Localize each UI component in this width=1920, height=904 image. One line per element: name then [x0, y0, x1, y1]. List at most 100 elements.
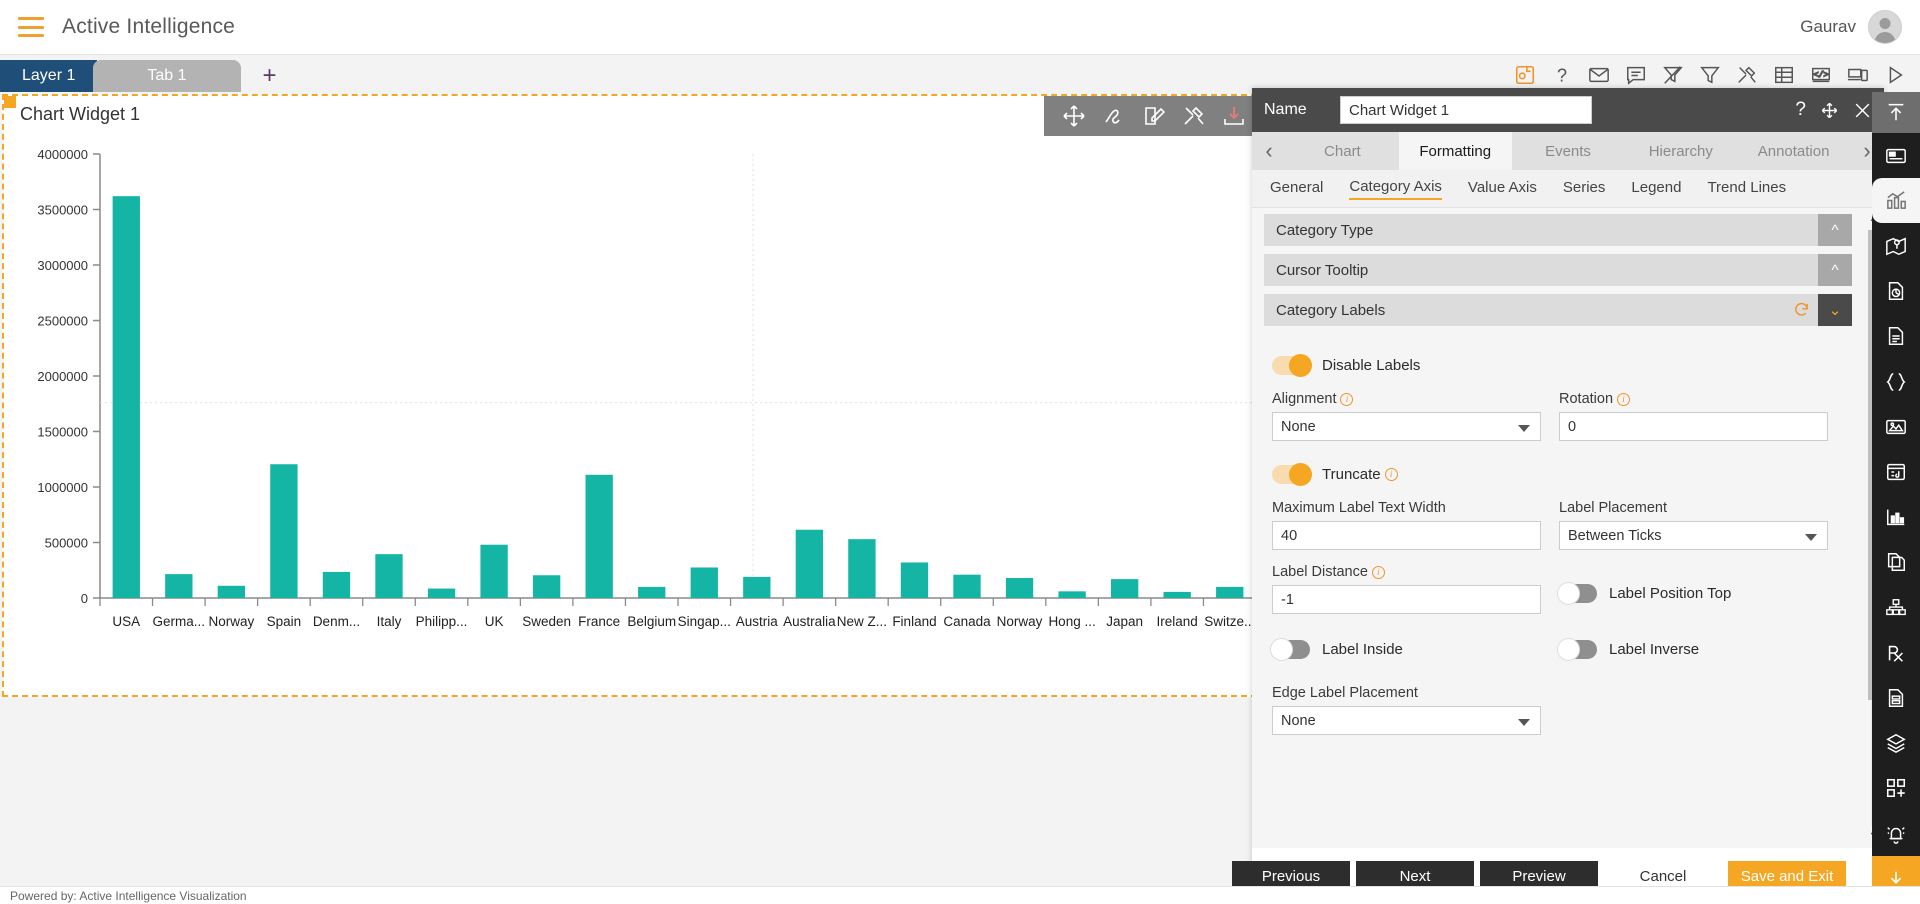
save-icon[interactable] — [1514, 64, 1536, 86]
width-placement-row: Maximum Label Text Width 40 Label Placem… — [1272, 500, 1846, 550]
sidebar-item-document[interactable] — [1872, 314, 1920, 359]
play-icon[interactable] — [1884, 64, 1906, 86]
sidebar-item-hierarchy[interactable] — [1872, 585, 1920, 630]
add-tab-button[interactable]: + — [245, 64, 295, 92]
tools-icon[interactable] — [1182, 104, 1206, 128]
sidebar-item-add-widget[interactable] — [1872, 766, 1920, 811]
label-distance-label-wrap: Label Distance i — [1272, 564, 1541, 580]
scribble-icon[interactable] — [1102, 104, 1126, 128]
info-icon[interactable]: i — [1371, 565, 1385, 579]
sidebar-item-map[interactable] — [1872, 223, 1920, 268]
svg-text:New Z...: New Z... — [837, 614, 887, 629]
comment-icon[interactable] — [1625, 64, 1647, 86]
edge-label-placement-select[interactable]: None — [1272, 706, 1541, 735]
tab-annotation[interactable]: Annotation — [1737, 132, 1850, 170]
chevron-left-icon[interactable]: ‹ — [1252, 132, 1286, 170]
sidebar-item-sparkline[interactable] — [1872, 495, 1920, 540]
alignment-label: Alignment — [1272, 391, 1337, 407]
tab-strip: Layer 1 Tab 1 + ? </> — [0, 55, 1920, 92]
svg-text:Finland: Finland — [892, 614, 936, 629]
widget-resize-handle[interactable] — [4, 96, 16, 108]
svg-text:Denm...: Denm... — [313, 614, 360, 629]
svg-text:?: ? — [1557, 64, 1567, 85]
app-header-right: Gaurav — [1800, 10, 1902, 44]
label-inside-toggle[interactable] — [1270, 638, 1310, 661]
label-placement-select[interactable]: Between Ticks — [1559, 521, 1828, 550]
chevron-up-icon[interactable]: ^ — [1818, 254, 1852, 286]
widget-name-input[interactable] — [1340, 96, 1592, 124]
clear-filter-icon[interactable] — [1662, 64, 1684, 86]
max-label-width-field: Maximum Label Text Width 40 — [1272, 500, 1559, 550]
tab-hierarchy[interactable]: Hierarchy — [1624, 132, 1737, 170]
tab-formatting[interactable]: Formatting — [1398, 132, 1512, 170]
page-tab-1[interactable]: Tab 1 — [93, 60, 241, 92]
code-icon[interactable]: </> — [1810, 64, 1832, 86]
sidebar-item-prescription[interactable] — [1872, 630, 1920, 675]
filter-icon[interactable] — [1699, 64, 1721, 86]
distance-position-row: Label Distance i -1 Label Position Top — [1272, 564, 1846, 614]
avatar[interactable] — [1868, 10, 1902, 44]
alignment-select[interactable]: None — [1272, 412, 1541, 441]
rotation-value: 0 — [1568, 418, 1577, 435]
label-distance-input[interactable]: -1 — [1272, 585, 1541, 614]
svg-text:1000000: 1000000 — [37, 480, 88, 495]
sidebar-item-pie-report[interactable] — [1872, 269, 1920, 314]
subtab-series[interactable]: Series — [1563, 179, 1606, 199]
chevron-up-icon[interactable]: ^ — [1818, 214, 1852, 246]
rotation-label: Rotation — [1559, 391, 1614, 407]
label-distance-field: Label Distance i -1 — [1272, 564, 1559, 614]
sidebar-item-copy-page[interactable] — [1872, 540, 1920, 585]
sidebar-item-media[interactable] — [1872, 449, 1920, 494]
truncate-toggle[interactable] — [1272, 463, 1312, 486]
sidebar-item-json[interactable] — [1872, 359, 1920, 404]
subtab-general[interactable]: General — [1270, 179, 1323, 199]
subtab-trend-lines[interactable]: Trend Lines — [1707, 179, 1786, 199]
label-inverse-toggle[interactable] — [1557, 638, 1597, 661]
svg-text:Canada: Canada — [943, 614, 991, 629]
info-icon[interactable]: i — [1340, 392, 1354, 406]
help-icon[interactable]: ? — [1795, 99, 1806, 121]
edit-icon[interactable] — [1142, 104, 1166, 128]
collapse-up-icon[interactable] — [1872, 92, 1920, 133]
move-icon[interactable] — [1820, 101, 1839, 120]
svg-text:Sweden: Sweden — [522, 614, 571, 629]
devices-icon[interactable] — [1847, 64, 1869, 86]
chevron-down-icon[interactable]: ⌄ — [1818, 294, 1852, 326]
label-position-top-field: Label Position Top — [1557, 564, 1846, 614]
tab-chart[interactable]: Chart — [1286, 132, 1399, 170]
rotation-input[interactable]: 0 — [1559, 412, 1828, 441]
label-position-top-toggle[interactable] — [1557, 582, 1597, 605]
footer: Powered by: Active Intelligence Visualiz… — [0, 886, 1920, 904]
sidebar-item-widget[interactable] — [1872, 133, 1920, 178]
tab-events[interactable]: Events — [1512, 132, 1625, 170]
section-category-type[interactable]: Category Type ^ — [1264, 214, 1852, 246]
section-cursor-tooltip[interactable]: Cursor Tooltip ^ — [1264, 254, 1852, 286]
tools-icon[interactable] — [1736, 64, 1758, 86]
download-icon[interactable] — [1222, 104, 1246, 128]
move-icon[interactable] — [1062, 104, 1086, 128]
disable-labels-toggle[interactable] — [1272, 354, 1312, 377]
mail-icon[interactable] — [1588, 64, 1610, 86]
reset-icon[interactable] — [1793, 301, 1810, 322]
close-icon[interactable] — [1853, 101, 1872, 120]
table-icon[interactable] — [1773, 64, 1795, 86]
section-category-labels[interactable]: Category Labels ⌄ — [1264, 294, 1852, 326]
sidebar-item-image[interactable] — [1872, 404, 1920, 449]
info-icon[interactable]: i — [1384, 468, 1398, 481]
info-icon[interactable]: i — [1617, 392, 1631, 406]
widget-config-panel: Name ? ‹ Chart Formatting Events Hierarc… — [1232, 88, 1884, 904]
help-icon[interactable]: ? — [1551, 64, 1573, 86]
max-label-width-input[interactable]: 40 — [1272, 521, 1541, 550]
hamburger-icon[interactable] — [18, 17, 44, 37]
label-position-top-label: Label Position Top — [1609, 585, 1732, 602]
subtab-legend[interactable]: Legend — [1631, 179, 1681, 199]
layer-tab[interactable]: Layer 1 — [0, 60, 98, 92]
subtab-category-axis[interactable]: Category Axis — [1349, 178, 1442, 200]
subtab-value-axis[interactable]: Value Axis — [1468, 179, 1537, 199]
sidebar-item-chart[interactable] — [1872, 178, 1920, 224]
svg-text:0: 0 — [81, 591, 88, 606]
chart-widget[interactable]: Chart Widget 1 0 500000 1000000 1500000 2000… — [2, 94, 1270, 697]
sidebar-item-layers[interactable] — [1872, 721, 1920, 766]
sidebar-item-alerts[interactable] — [1872, 811, 1920, 856]
sidebar-item-form[interactable] — [1872, 675, 1920, 720]
